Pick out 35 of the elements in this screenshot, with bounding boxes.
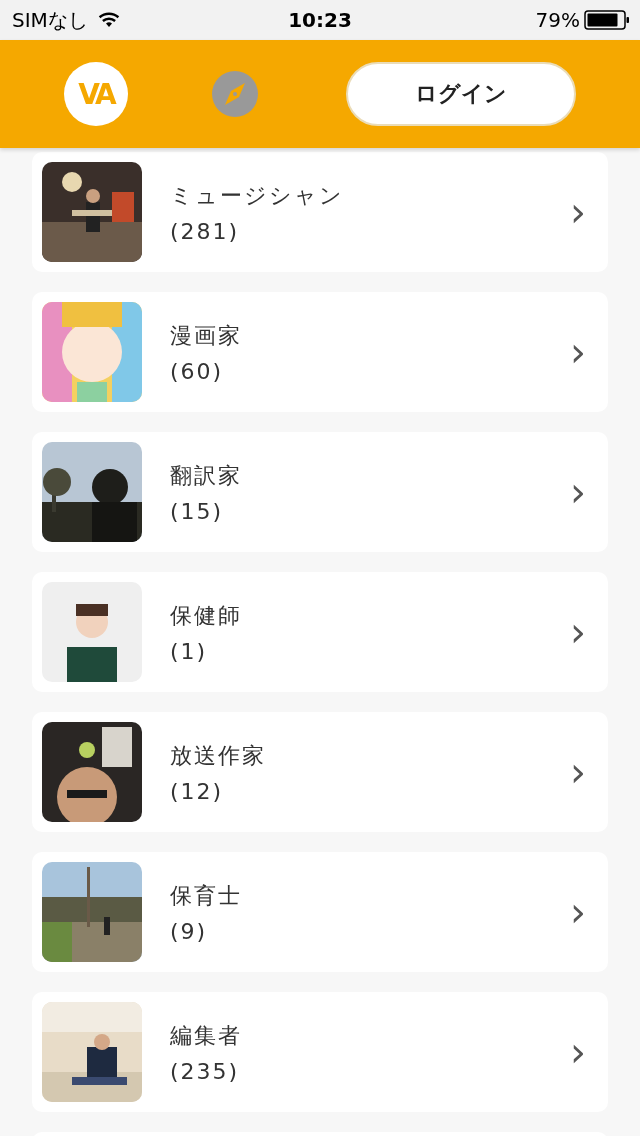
category-count: (9) <box>170 918 209 944</box>
category-count: (12) <box>170 778 225 804</box>
category-card[interactable]: 保育士 (9) › <box>32 852 608 972</box>
chevron-icon: › <box>570 892 586 932</box>
category-card[interactable]: ミュージシャン (281) › <box>32 152 608 272</box>
category-name: 漫画家 <box>170 321 243 350</box>
category-card[interactable]: 保健師 (1) › <box>32 572 608 692</box>
category-name: ミュージシャン <box>170 181 345 210</box>
category-count: (235) <box>170 1058 241 1084</box>
category-card[interactable]: 翻訳家 (15) › <box>32 432 608 552</box>
clock-text: 10:23 <box>288 8 352 32</box>
category-name: 放送作家 <box>170 741 267 770</box>
chevron-icon: › <box>570 1032 586 1072</box>
chevron-icon: › <box>570 612 586 652</box>
battery-icon <box>584 10 630 30</box>
category-name: 保育士 <box>170 881 243 910</box>
category-name: 翻訳家 <box>170 461 243 490</box>
category-card[interactable]: 放送作家 (12) › <box>32 712 608 832</box>
chevron-icon: › <box>570 752 586 792</box>
login-button[interactable]: ログイン <box>346 62 576 126</box>
category-count: (1) <box>170 638 209 664</box>
chevron-icon: › <box>570 332 586 372</box>
wifi-icon <box>97 12 120 28</box>
category-card[interactable]: 漫画家 (60) › <box>32 292 608 412</box>
category-card[interactable]: 編集者 (235) › <box>32 992 608 1112</box>
category-count: (15) <box>170 498 225 524</box>
compass-icon[interactable] <box>212 71 258 117</box>
carrier-text: SIMなし <box>12 6 88 34</box>
category-count: (281) <box>170 218 241 244</box>
category-count: (60) <box>170 358 225 384</box>
chevron-icon: › <box>570 192 586 232</box>
battery-percent: 79% <box>535 8 580 32</box>
category-name: 保健師 <box>170 601 243 630</box>
chevron-icon: › <box>570 472 586 512</box>
category-name: 編集者 <box>170 1021 243 1050</box>
